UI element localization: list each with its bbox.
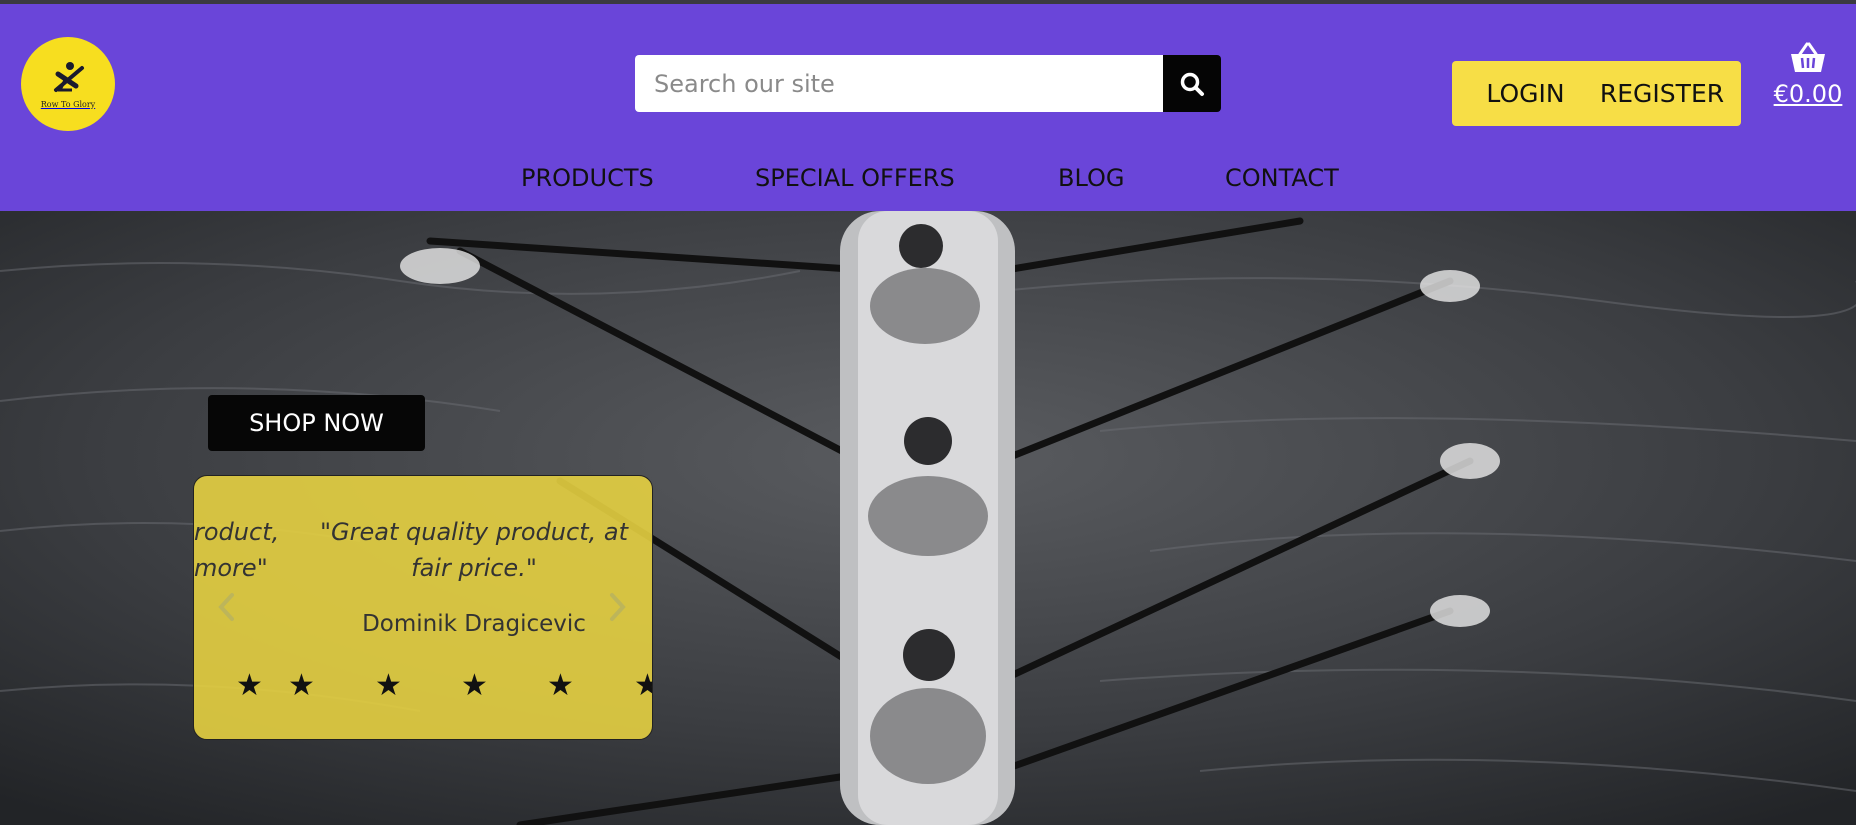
cart-total: €0.00 bbox=[1773, 80, 1843, 108]
logo[interactable]: Row To Glory bbox=[21, 37, 115, 131]
testimonial-carousel: roduct, more" "Great quality product, at… bbox=[193, 475, 653, 740]
register-button[interactable]: REGISTER bbox=[1583, 61, 1741, 126]
carousel-prev-button[interactable] bbox=[212, 587, 242, 627]
star-icon: ★ bbox=[375, 668, 402, 703]
search-icon bbox=[1180, 72, 1204, 96]
rating-stars: ★ ★ ★ ★ ★ ★ bbox=[194, 668, 652, 711]
carousel-next-button[interactable] bbox=[602, 587, 632, 627]
star-icon: ★ bbox=[634, 671, 652, 701]
logo-text: Row To Glory bbox=[40, 99, 96, 109]
site-header: Row To Glory LOGIN REGISTER €0.00 PRODUC… bbox=[0, 4, 1856, 211]
star-icon: ★ bbox=[547, 668, 574, 703]
nav-item-blog[interactable]: BLOG bbox=[1058, 164, 1124, 192]
previous-quote-line1: roduct, bbox=[194, 518, 280, 546]
main-nav: PRODUCTS SPECIAL OFFERS BLOG CONTACT bbox=[0, 164, 1856, 204]
login-button[interactable]: LOGIN bbox=[1452, 61, 1599, 126]
star-icon: ★ bbox=[461, 668, 488, 703]
chevron-left-icon bbox=[218, 593, 234, 621]
search-input[interactable] bbox=[635, 55, 1163, 112]
rower-icon bbox=[54, 61, 84, 92]
nav-item-special-offers[interactable]: SPECIAL OFFERS bbox=[755, 164, 955, 192]
star-icon: ★ bbox=[236, 668, 263, 703]
hero-banner: SHOP NOW roduct, more" "Great quality pr… bbox=[0, 211, 1856, 825]
testimonial-quote: "Great quality product, at fair price." bbox=[320, 518, 628, 582]
previous-testimonial-peek: roduct, more" bbox=[194, 514, 279, 586]
chevron-right-icon bbox=[610, 593, 626, 621]
previous-quote-line2: more" bbox=[194, 554, 268, 582]
cart-link[interactable]: €0.00 bbox=[1768, 42, 1848, 108]
nav-item-products[interactable]: PRODUCTS bbox=[521, 164, 654, 192]
search-button[interactable] bbox=[1163, 55, 1221, 112]
star-icon: ★ bbox=[288, 668, 315, 703]
nav-item-contact[interactable]: CONTACT bbox=[1225, 164, 1339, 192]
basket-icon bbox=[1791, 42, 1825, 72]
testimonial-author: Dominik Dragicevic bbox=[362, 611, 586, 637]
search-bar bbox=[635, 55, 1221, 112]
shop-now-button[interactable]: SHOP NOW bbox=[208, 395, 425, 451]
